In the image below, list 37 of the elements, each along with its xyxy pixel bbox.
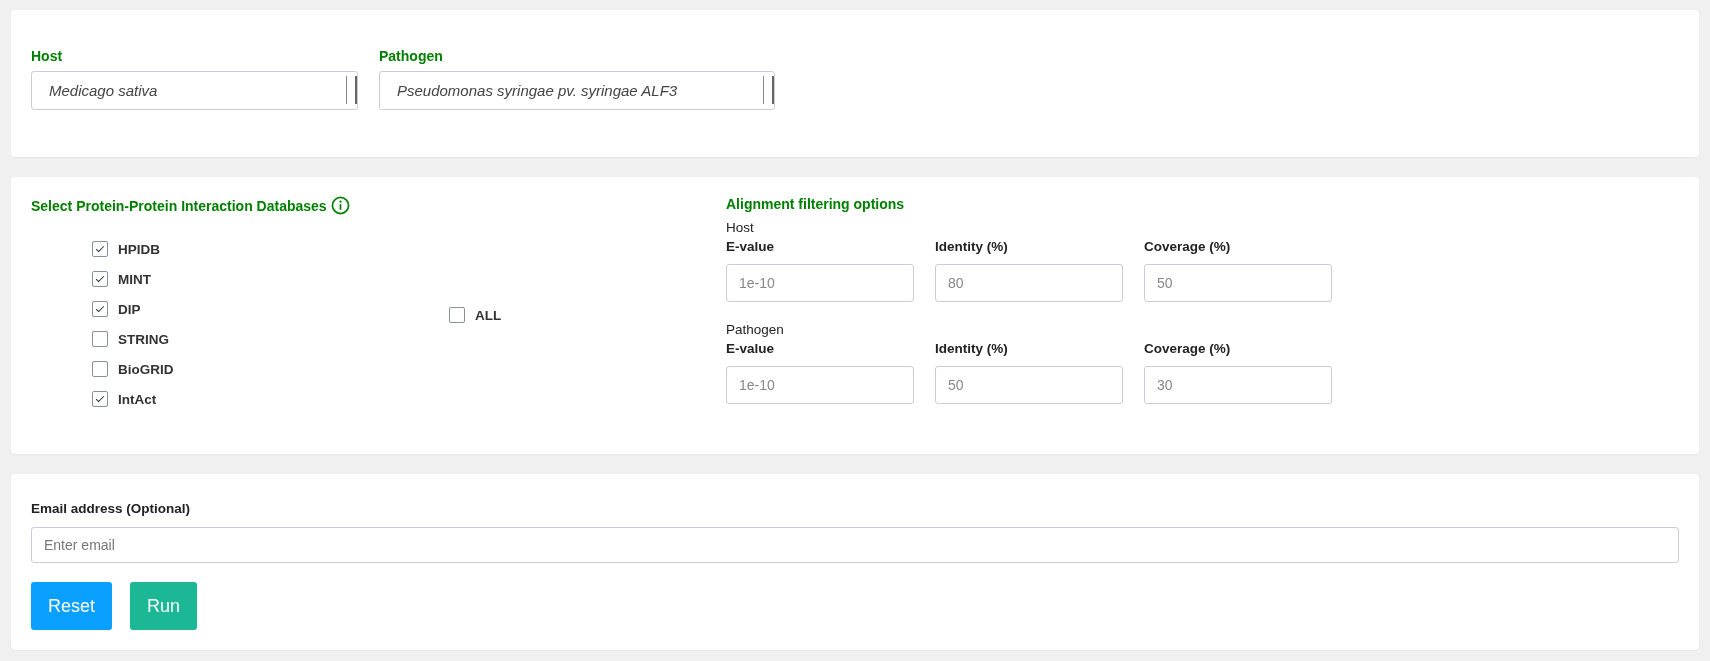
group-label: Host [726,220,755,235]
email-field[interactable]: Enter email [31,527,1679,563]
group-label: Pathogen [726,322,785,337]
checkbox-label: MINT [118,271,151,287]
field-label: E-value [726,341,775,356]
checkbox-label: ALL [475,307,502,323]
input-field[interactable]: 80 [935,264,1123,302]
checkbox[interactable] [92,301,108,317]
input-field[interactable]: 1e-10 [726,366,914,404]
field-label: Email address (Optional) [31,501,191,516]
info-icon[interactable] [330,196,350,215]
checkbox[interactable] [92,271,108,287]
checkbox[interactable] [92,391,108,407]
input-field[interactable]: 50 [1144,264,1332,302]
input-field[interactable]: 50 [935,366,1123,404]
checkbox[interactable] [449,307,465,323]
organism-dropdown[interactable]: Pseudomonas syringae pv. syringae ALF3 [379,71,775,110]
checkbox-label: STRING [118,331,169,347]
input-field[interactable]: 1e-10 [726,264,914,302]
checkbox[interactable] [92,241,108,257]
field-label: Host [31,48,64,64]
field-label: Identity (%) [935,341,1008,356]
checkbox[interactable] [92,331,108,347]
field-label: Identity (%) [935,239,1008,254]
field-label: Coverage (%) [1144,239,1231,254]
field-label: Pathogen [379,48,444,64]
section-title: Select Protein-Protein Interaction Databases [31,197,327,214]
checkbox[interactable] [92,361,108,377]
field-label: E-value [726,239,775,254]
field-label: Coverage (%) [1144,341,1231,356]
checkbox-label: IntAct [118,391,157,407]
input-field[interactable]: 30 [1144,366,1332,404]
checkbox-label: BioGRID [118,361,174,377]
checkbox-label: HPIDB [118,241,160,257]
checkbox-label: DIP [118,301,141,317]
section-title: Alignment filtering options [726,196,906,212]
organism-dropdown[interactable]: Medicago sativa [31,71,358,110]
